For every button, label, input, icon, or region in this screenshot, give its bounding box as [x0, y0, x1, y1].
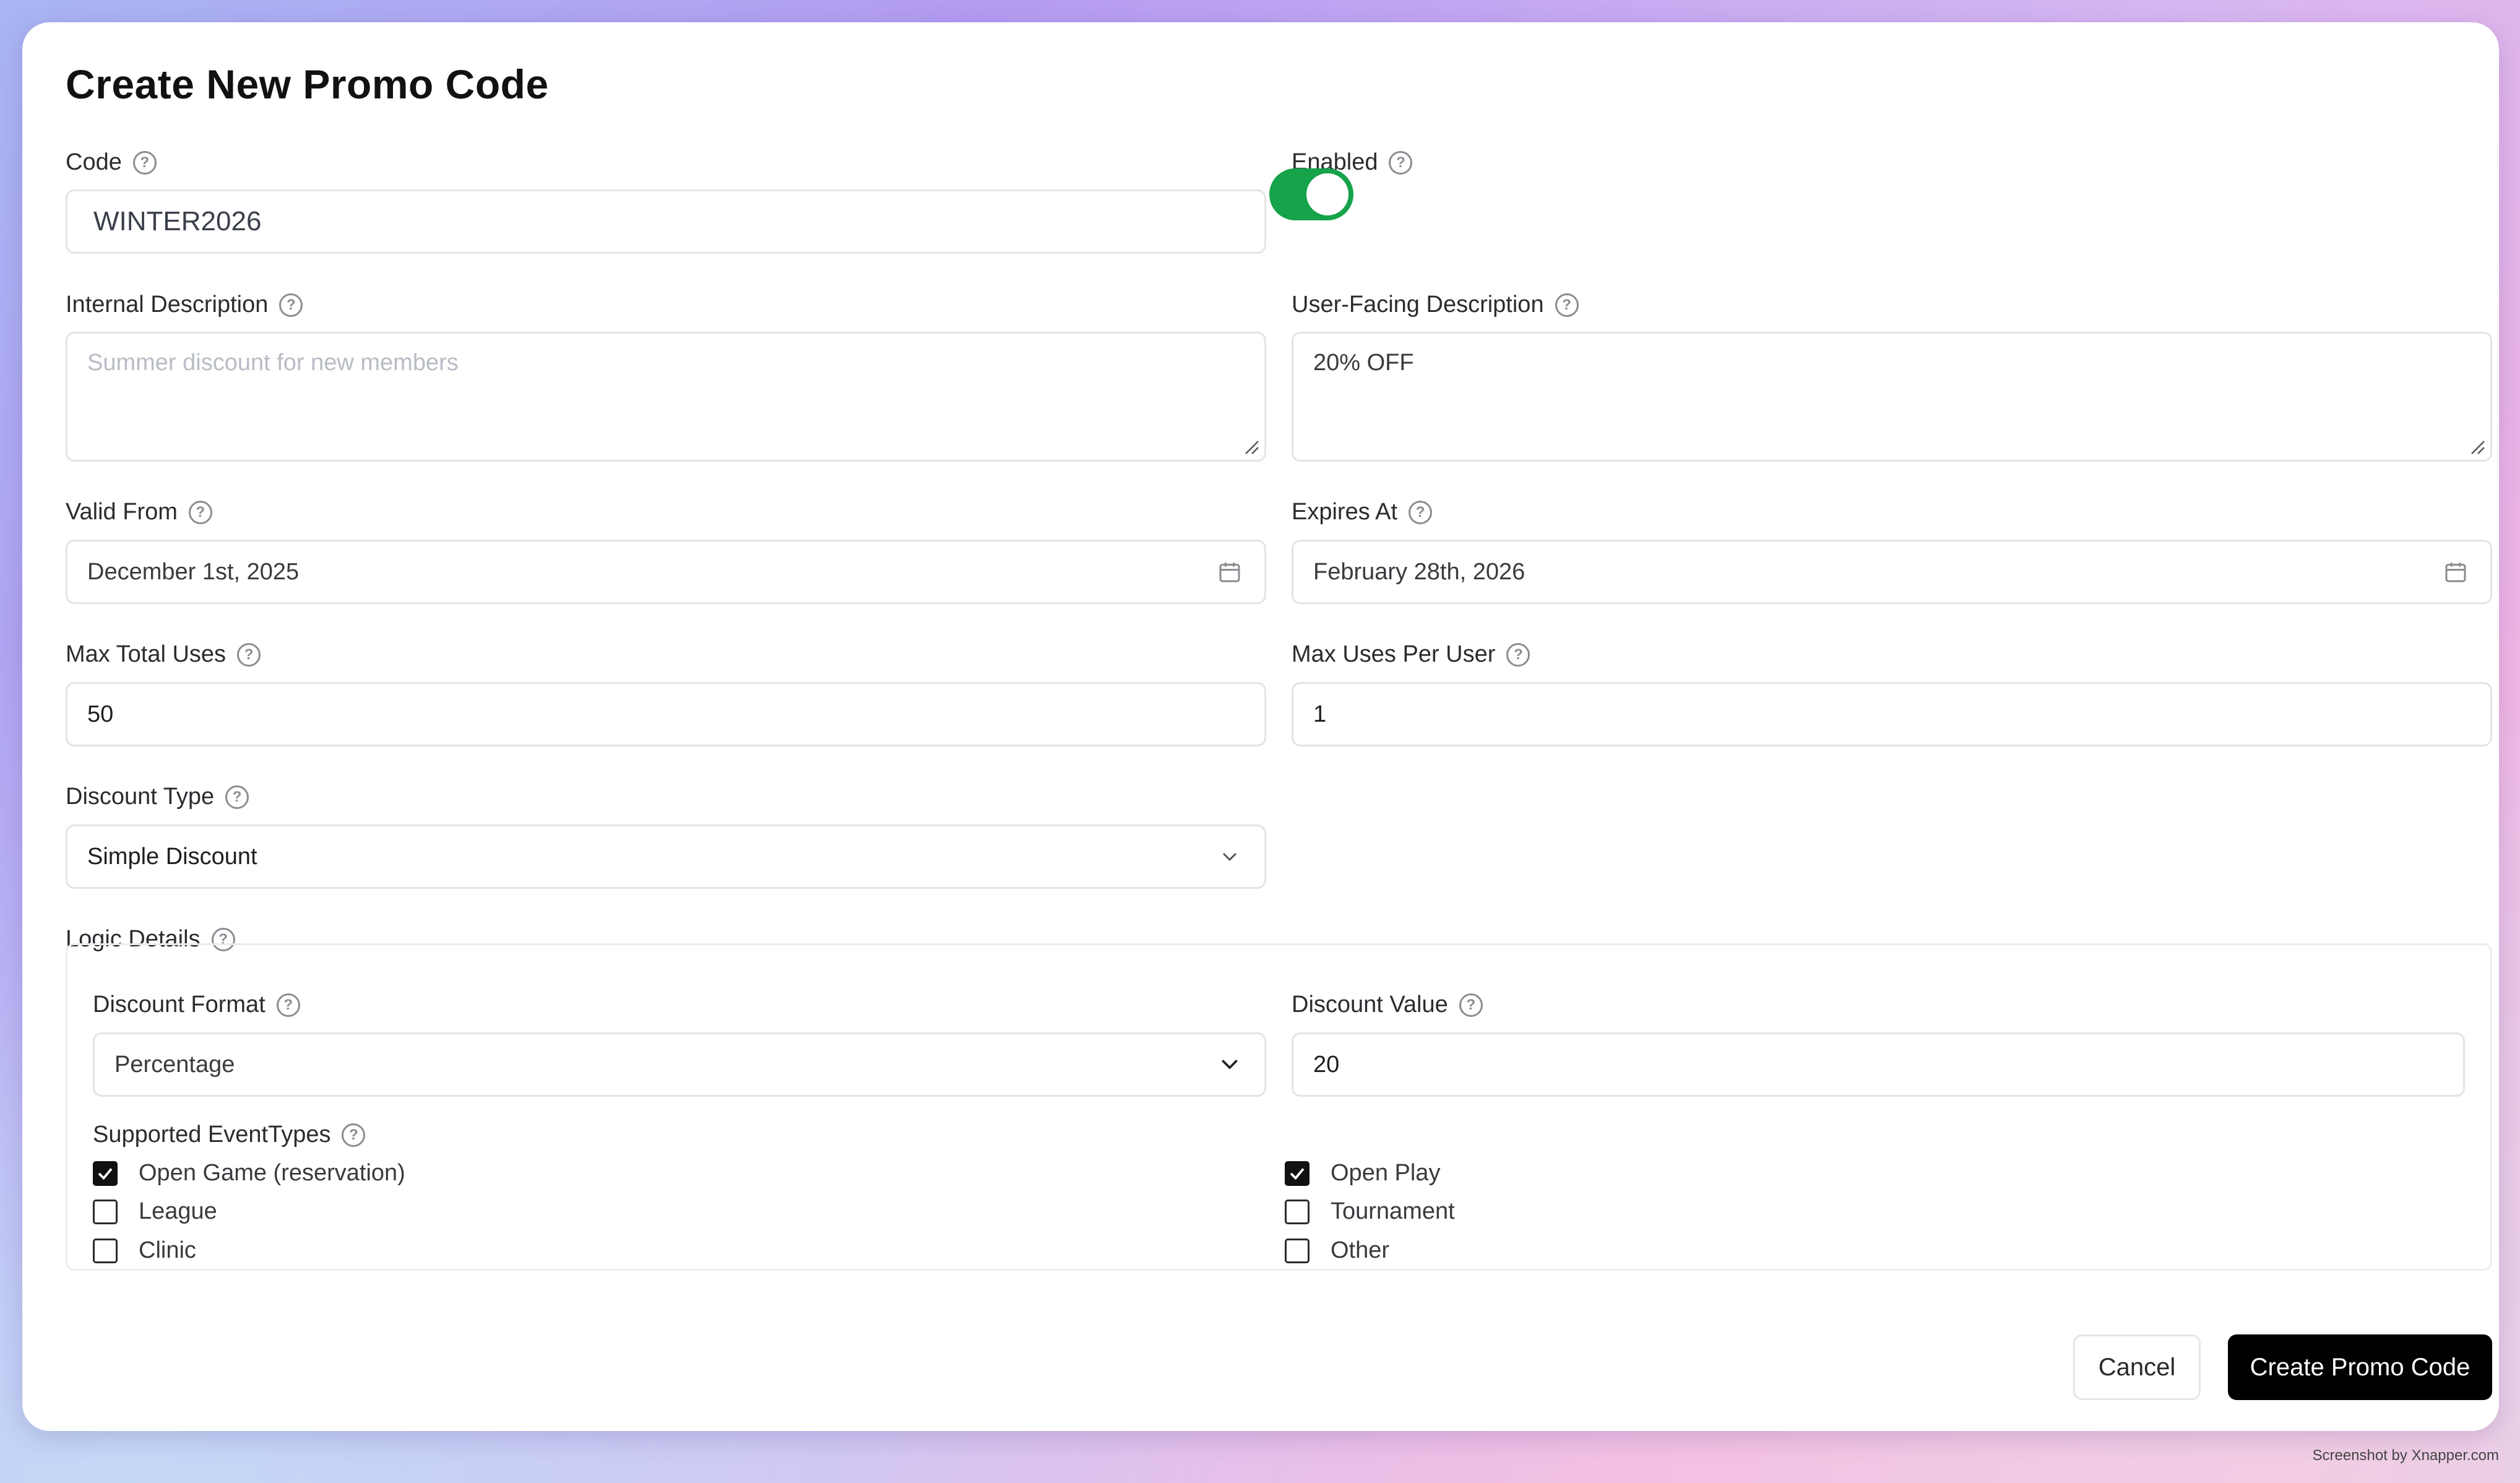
help-icon[interactable]: ? — [1506, 642, 1530, 667]
promo-code-dialog: Create New Promo Code Code ? WINTER2026 … — [22, 22, 2499, 1431]
chevron-down-icon — [1222, 1060, 1238, 1070]
enabled-toggle[interactable] — [1269, 168, 1353, 220]
logic-details-panel — [66, 943, 2492, 1271]
user-facing-description-label: User-Facing Description ? — [1292, 292, 1579, 318]
internal-description-label: Internal Description ? — [66, 292, 303, 318]
help-icon[interactable]: ? — [1409, 500, 1433, 524]
checkbox-checked[interactable] — [1285, 1161, 1310, 1186]
cancel-button[interactable]: Cancel — [2073, 1334, 2201, 1400]
discount-format-select[interactable]: Percentage — [93, 1032, 1266, 1097]
help-icon[interactable]: ? — [188, 500, 212, 524]
help-icon[interactable]: ? — [279, 293, 303, 317]
event-type-option[interactable]: Clinic — [93, 1237, 196, 1264]
discount-type-label: Discount Type ? — [66, 784, 249, 810]
discount-type-select[interactable]: Simple Discount — [66, 824, 1266, 889]
event-type-option[interactable]: Open Game (reservation) — [93, 1160, 405, 1187]
help-icon[interactable]: ? — [237, 642, 261, 667]
valid-from-label: Valid From ? — [66, 499, 212, 525]
code-input[interactable]: WINTER2026 — [66, 189, 1266, 254]
checkbox[interactable] — [1285, 1199, 1310, 1224]
checkbox[interactable] — [93, 1238, 118, 1263]
event-type-option[interactable]: Tournament — [1285, 1198, 1455, 1225]
expires-at-label: Expires At ? — [1292, 499, 1433, 525]
resize-handle-icon[interactable] — [2469, 439, 2485, 455]
supported-event-types-label: Supported EventTypes ? — [93, 1122, 366, 1148]
valid-from-date-picker[interactable]: December 1st, 2025 — [66, 540, 1266, 604]
check-icon — [98, 1167, 113, 1180]
help-icon[interactable]: ? — [1389, 150, 1413, 175]
discount-format-label: Discount Format ? — [93, 992, 300, 1018]
internal-description-textarea[interactable]: Summer discount for new members — [66, 332, 1266, 462]
dialog-title: Create New Promo Code — [66, 61, 549, 107]
discount-value-label: Discount Value ? — [1292, 992, 1483, 1018]
max-total-uses-input[interactable]: 50 — [66, 682, 1266, 746]
calendar-icon[interactable] — [2443, 560, 2468, 584]
toggle-knob — [1306, 173, 1348, 215]
event-type-option[interactable]: Other — [1285, 1237, 1389, 1264]
calendar-icon[interactable] — [1217, 560, 1242, 584]
event-type-option[interactable]: Open Play — [1285, 1160, 1440, 1187]
resize-handle-icon[interactable] — [1243, 439, 1259, 455]
expires-at-date-picker[interactable]: February 28th, 2026 — [1292, 540, 2492, 604]
help-icon[interactable]: ? — [1555, 293, 1579, 317]
chevron-down-icon — [1222, 852, 1237, 862]
watermark: Screenshot by Xnapper.com — [2312, 1447, 2499, 1464]
help-icon[interactable]: ? — [342, 1123, 366, 1147]
discount-value-input[interactable]: 20 — [1292, 1032, 2465, 1097]
checkbox[interactable] — [1285, 1238, 1310, 1263]
help-icon[interactable]: ? — [276, 993, 300, 1017]
help-icon[interactable]: ? — [1459, 993, 1483, 1017]
max-uses-per-user-label: Max Uses Per User ? — [1292, 641, 1530, 668]
max-total-uses-label: Max Total Uses ? — [66, 641, 261, 668]
code-label: Code ? — [66, 149, 157, 176]
event-type-option[interactable]: League — [93, 1198, 217, 1225]
help-icon[interactable]: ? — [225, 785, 249, 809]
check-icon — [1290, 1167, 1305, 1180]
help-icon[interactable]: ? — [132, 150, 157, 175]
user-facing-description-textarea[interactable]: 20% OFF — [1292, 332, 2492, 462]
checkbox-checked[interactable] — [93, 1161, 118, 1186]
create-promo-code-button[interactable]: Create Promo Code — [2228, 1334, 2492, 1400]
max-uses-per-user-input[interactable]: 1 — [1292, 682, 2492, 746]
checkbox[interactable] — [93, 1199, 118, 1224]
